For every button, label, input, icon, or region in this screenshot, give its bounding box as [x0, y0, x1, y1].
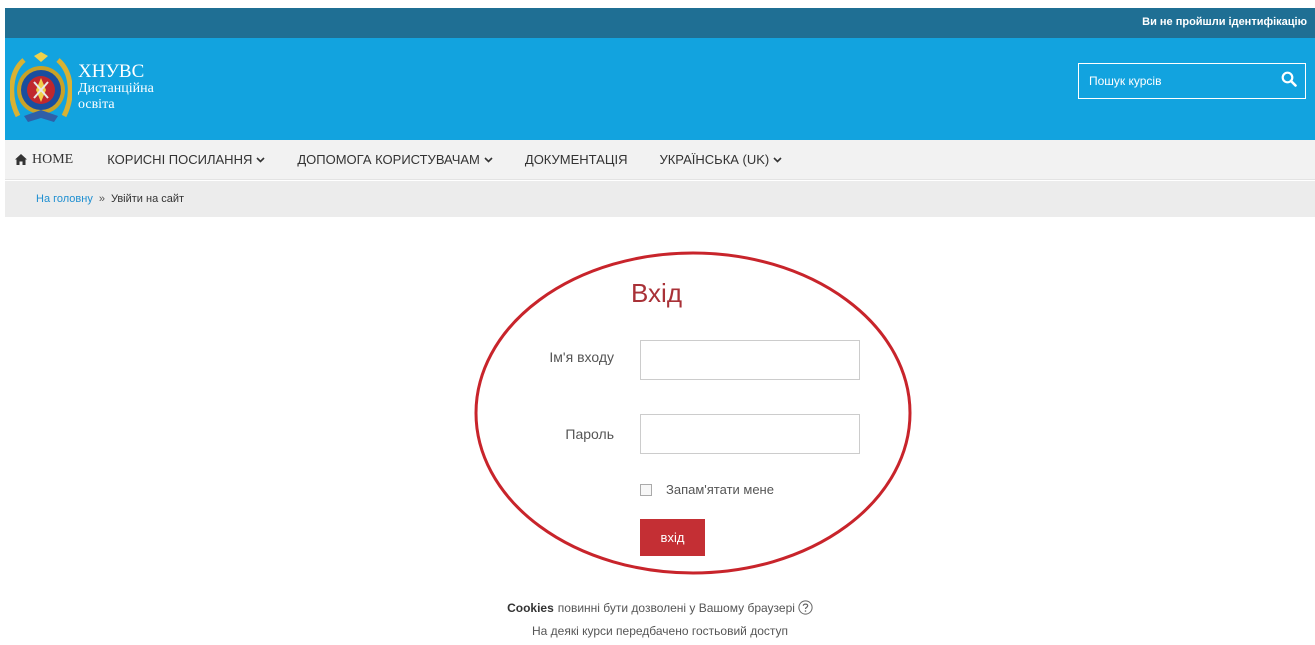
nav-item-useful-links-label: КОРИСНІ ПОСИЛАННЯ — [107, 152, 253, 167]
site-name-line3: освіта — [78, 97, 115, 112]
top-bar: Ви не пройшли ідентифікацію — [5, 8, 1315, 38]
login-title: Вхід — [631, 278, 682, 308]
login-button[interactable]: вхід — [640, 519, 705, 556]
site-header: ХНУВС Дистанційна освіта — [5, 38, 1315, 140]
breadcrumb-current: Увійти на сайт — [110, 193, 185, 205]
cookies-label: Cookies — [507, 600, 554, 615]
main-navigation: HOME КОРИСНІ ПОСИЛАННЯ ДОПОМОГА КОРИСТУВ… — [5, 140, 1315, 180]
home-icon — [15, 154, 27, 165]
nav-item-useful-links[interactable]: КОРИСНІ ПОСИЛАННЯ — [107, 152, 265, 167]
nav-item-user-help[interactable]: ДОПОМОГА КОРИСТУВАЧАМ — [297, 152, 493, 167]
search-icon — [1281, 71, 1297, 92]
remember-me-label: Запам'ятати мене — [666, 482, 774, 497]
course-search — [1078, 63, 1306, 99]
search-input[interactable] — [1079, 63, 1273, 99]
cookies-text: повинні бути дозволені у Вашому браузері — [557, 600, 795, 615]
nav-item-language-label: УКРАЇНСЬКА (UK) — [659, 152, 770, 167]
breadcrumb-home-link[interactable]: На головну — [36, 193, 93, 205]
password-input[interactable] — [640, 414, 860, 454]
breadcrumb: На головну » Увійти на сайт — [5, 181, 1315, 217]
site-name-line2: Дистанційна — [78, 81, 154, 96]
help-question-icon[interactable] — [798, 600, 813, 615]
nav-item-home[interactable]: HOME — [15, 152, 73, 168]
breadcrumb-separator: » — [98, 193, 105, 205]
remember-me-checkbox[interactable] — [640, 483, 652, 496]
nav-item-home-label: HOME — [32, 151, 74, 167]
university-emblem-icon[interactable] — [9, 52, 73, 124]
remember-me[interactable]: Запам'ятати мене — [640, 482, 774, 497]
username-input[interactable] — [640, 340, 860, 380]
page: Ви не пройшли ідентифікацію ХНУВС Дистан… — [5, 0, 1315, 645]
password-label: Пароль — [565, 426, 614, 442]
site-name-line1: ХНУВС — [78, 61, 145, 82]
nav-item-user-help-label: ДОПОМОГА КОРИСТУВАЧАМ — [297, 152, 480, 167]
nav-item-documentation[interactable]: ДОКУМЕНТАЦІЯ — [525, 152, 628, 167]
search-button[interactable] — [1273, 64, 1305, 98]
site-name[interactable]: ХНУВС Дистанційна освіта — [78, 62, 154, 113]
cookies-notice: Cookies повинні бути дозволені у Вашому … — [5, 600, 1315, 615]
chevron-down-icon — [484, 156, 493, 163]
nav-item-documentation-label: ДОКУМЕНТАЦІЯ — [524, 152, 628, 167]
login-status-text: Ви не пройшли ідентифікацію — [1142, 16, 1307, 28]
nav-item-language[interactable]: УКРАЇНСЬКА (UK) — [659, 152, 782, 167]
chevron-down-icon — [773, 156, 782, 163]
chevron-down-icon — [256, 156, 265, 163]
guest-access-text: На деякі курси передбачено гостьовий дос… — [531, 624, 788, 638]
username-label: Ім'я входу — [549, 349, 614, 365]
